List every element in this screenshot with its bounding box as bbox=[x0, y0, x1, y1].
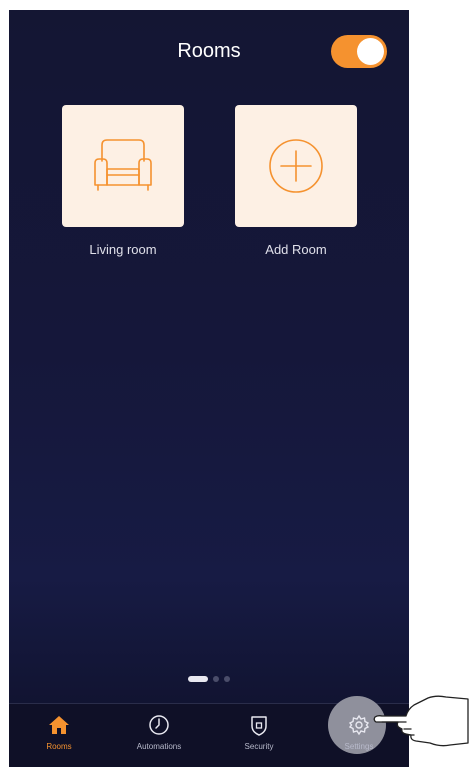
page-dot bbox=[213, 676, 219, 682]
rooms-toggle[interactable] bbox=[331, 35, 387, 68]
shield-icon bbox=[251, 716, 267, 736]
tab-security[interactable]: Security bbox=[209, 704, 309, 767]
page-dot bbox=[224, 676, 230, 682]
room-label-add-room: Add Room bbox=[265, 242, 327, 257]
tab-label-security: Security bbox=[244, 742, 274, 751]
page-dot-active bbox=[188, 676, 208, 682]
clock-icon bbox=[149, 715, 169, 735]
tab-label-automations: Automations bbox=[136, 742, 182, 751]
add-room-button[interactable] bbox=[235, 105, 357, 227]
app-screen: Rooms Living room Add Room Rooms Automat… bbox=[9, 10, 409, 767]
page-indicator bbox=[9, 676, 409, 682]
room-label-living-room: Living room bbox=[89, 242, 157, 257]
pointing-hand-icon bbox=[373, 695, 469, 747]
tab-automations[interactable]: Automations bbox=[109, 704, 209, 767]
gear-icon bbox=[348, 714, 370, 736]
toggle-knob bbox=[357, 38, 384, 65]
plus-circle-icon bbox=[269, 139, 323, 193]
tab-rooms[interactable]: Rooms bbox=[9, 704, 109, 767]
home-icon bbox=[49, 716, 69, 734]
armchair-icon bbox=[94, 139, 152, 191]
room-tile-living-room[interactable] bbox=[62, 105, 184, 227]
tab-bar: Rooms Automations Security Settings bbox=[9, 696, 409, 767]
tab-label-rooms: Rooms bbox=[46, 742, 72, 751]
